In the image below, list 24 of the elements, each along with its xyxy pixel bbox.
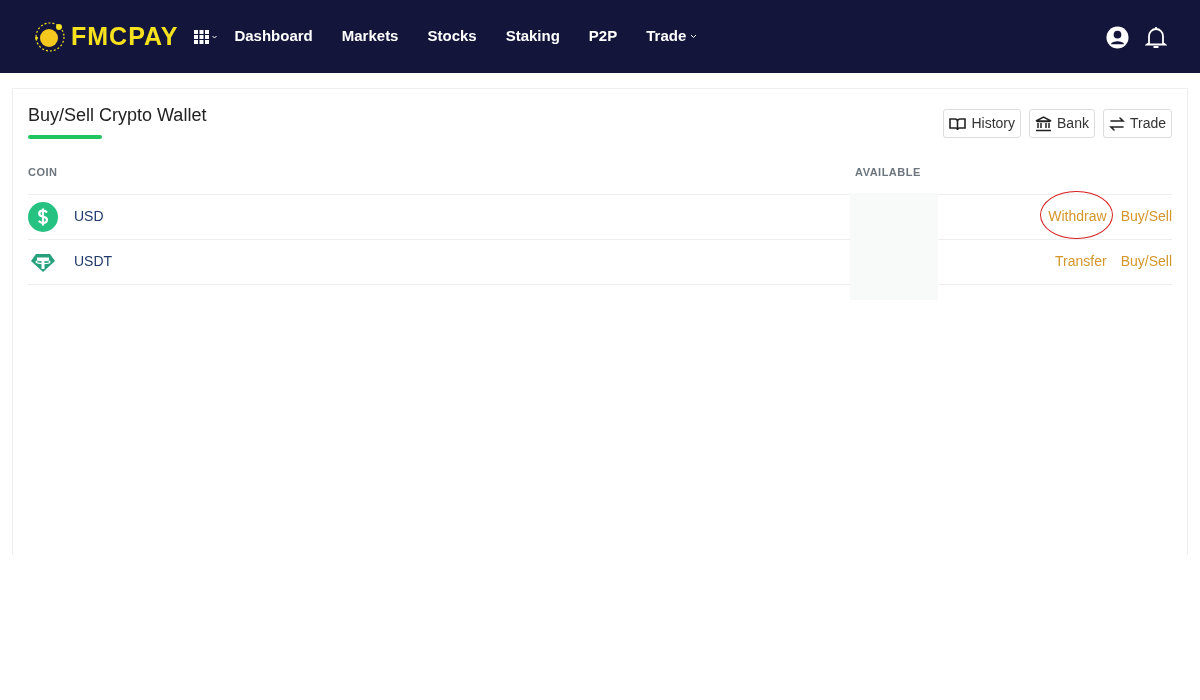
- nav-link[interactable]: Markets: [341, 25, 399, 48]
- nav-link[interactable]: Stocks: [427, 25, 477, 48]
- trade-button[interactable]: Trade: [1102, 109, 1172, 138]
- apps-menu-icon[interactable]: [194, 29, 219, 44]
- logo-icon: [33, 19, 67, 54]
- user-icon[interactable]: [1106, 24, 1129, 49]
- column-header: COIN: [28, 164, 59, 180]
- coin-name: USD: [74, 207, 104, 227]
- bank-button[interactable]: Bank: [1029, 109, 1095, 138]
- book-icon: [949, 116, 967, 131]
- coin-name: USDT: [74, 252, 113, 272]
- nav-link[interactable]: P2P: [588, 25, 618, 48]
- column-header: AVAILABLE: [855, 164, 921, 180]
- bank-icon: [1035, 115, 1052, 132]
- nav-link[interactable]: Trade: [646, 25, 698, 48]
- caret-icon: [690, 34, 698, 39]
- swap-icon: [1108, 115, 1125, 132]
- history-button[interactable]: History: [943, 109, 1021, 138]
- nav-link[interactable]: Staking: [505, 25, 560, 48]
- nav-link[interactable]: Dashboard: [234, 25, 313, 48]
- brand-name[interactable]: FMCPAY: [71, 17, 179, 56]
- page-title: Buy/Sell Crypto Wallet: [28, 105, 207, 127]
- dollar-coin-icon: [28, 201, 58, 232]
- bell-icon[interactable]: [1145, 24, 1167, 49]
